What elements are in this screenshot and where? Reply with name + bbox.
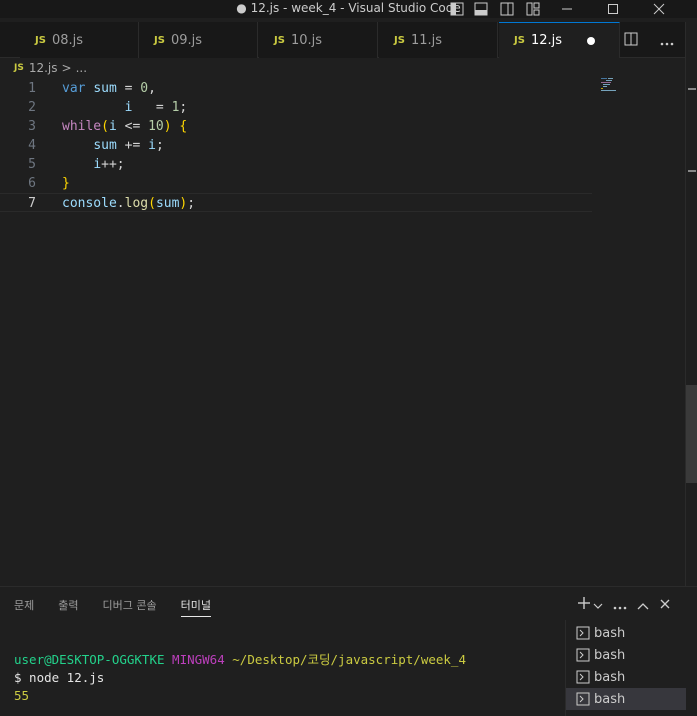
breadcrumb: JS 12.js > ... bbox=[14, 61, 87, 75]
scrollbar-marker bbox=[688, 88, 696, 90]
breadcrumb-file[interactable]: 12.js bbox=[29, 61, 58, 75]
line-number: 5 bbox=[28, 157, 36, 172]
terminal-list-item[interactable]: bash bbox=[566, 666, 686, 688]
chevron-down-icon[interactable] bbox=[593, 595, 603, 614]
terminal-icon bbox=[576, 626, 590, 640]
tab-debug-console[interactable]: 디버그 콘솔 bbox=[103, 597, 157, 617]
tab-label: 10.js bbox=[290, 32, 322, 48]
js-file-icon: JS bbox=[394, 34, 405, 46]
tab-12-js[interactable]: JS 12.js bbox=[499, 22, 620, 58]
code-text: i++; bbox=[93, 157, 125, 172]
toggle-panel-icon[interactable] bbox=[470, 0, 492, 18]
panel-tabs: 문제 출력 디버그 콘솔 터미널 bbox=[14, 597, 235, 617]
code-text: console.log(sum); bbox=[62, 196, 196, 211]
customize-layout-icon[interactable] bbox=[522, 0, 544, 18]
close-panel-icon[interactable] bbox=[659, 595, 671, 614]
terminal-path: ~/Desktop/코딩/javascript/week_4 bbox=[232, 652, 466, 667]
terminal-output[interactable]: user@DESKTOP-OGGKTKE MINGW64 ~/Desktop/코… bbox=[14, 651, 466, 705]
line-number: 7 bbox=[28, 196, 36, 211]
terminal-icon bbox=[576, 648, 590, 662]
code-line: 5 i++; bbox=[0, 155, 592, 174]
editor-actions bbox=[613, 22, 685, 58]
maximize-icon[interactable] bbox=[602, 0, 624, 18]
panel-actions bbox=[577, 595, 671, 614]
js-file-icon: JS bbox=[14, 63, 24, 73]
js-file-icon: JS bbox=[35, 34, 46, 46]
tab-label: 08.js bbox=[51, 32, 83, 48]
terminal-command: $ node 12.js bbox=[14, 670, 105, 685]
line-number: 3 bbox=[28, 119, 36, 134]
close-window-icon[interactable] bbox=[648, 0, 670, 18]
minimap[interactable] bbox=[600, 77, 618, 91]
tab-08-js[interactable]: JS 08.js bbox=[20, 22, 139, 58]
tab-11-js[interactable]: JS 11.js bbox=[379, 22, 498, 58]
line-number: 6 bbox=[28, 176, 36, 191]
terminal-name: bash bbox=[594, 691, 626, 707]
tab-label: 11.js bbox=[410, 32, 442, 48]
js-file-icon: JS bbox=[274, 34, 285, 46]
js-file-icon: JS bbox=[154, 34, 165, 46]
code-editor[interactable]: 1 var sum = 0, 2 i = 1; 3 while(i <= 10)… bbox=[0, 78, 685, 586]
terminal-name: bash bbox=[594, 647, 626, 663]
scrollbar-marker bbox=[688, 170, 696, 172]
terminal-result: 55 bbox=[14, 688, 30, 703]
tab-problems[interactable]: 문제 bbox=[14, 597, 34, 617]
line-number: 1 bbox=[28, 81, 36, 96]
tab-label: 12.js bbox=[530, 33, 562, 48]
line-number: 2 bbox=[28, 100, 36, 115]
terminal-list-item[interactable]: bash bbox=[566, 644, 686, 666]
terminal-icon bbox=[576, 692, 590, 706]
code-line: 6 } bbox=[0, 174, 592, 193]
code-line: 3 while(i <= 10) { bbox=[0, 117, 592, 136]
js-file-icon: JS bbox=[514, 35, 525, 46]
terminal-list: bash bash bash bash bbox=[565, 620, 686, 716]
code-line: 4 sum += i; bbox=[0, 136, 592, 155]
terminal-list-item[interactable]: bash bbox=[566, 622, 686, 644]
toggle-secondary-sidebar-icon[interactable] bbox=[496, 0, 518, 18]
bottom-panel: 문제 출력 디버그 콘솔 터미널 user@DESKTOP-OGGKTKE MI… bbox=[0, 586, 697, 716]
breadcrumb-separator: > bbox=[61, 61, 72, 75]
scrollbar-thumb[interactable] bbox=[686, 385, 697, 483]
chevron-up-icon[interactable] bbox=[637, 595, 649, 614]
toggle-primary-sidebar-icon[interactable] bbox=[446, 0, 468, 18]
terminal-env: MINGW64 bbox=[172, 652, 225, 667]
code-text: var sum = 0, bbox=[62, 81, 156, 96]
minimize-icon[interactable] bbox=[556, 0, 578, 18]
more-actions-icon[interactable] bbox=[613, 595, 627, 614]
code-line-current: 7 console.log(sum); bbox=[0, 193, 592, 212]
tab-10-js[interactable]: JS 10.js bbox=[259, 22, 378, 58]
terminal-name: bash bbox=[594, 625, 626, 641]
unsaved-dot-icon[interactable] bbox=[587, 37, 595, 45]
code-text: i = 1; bbox=[124, 100, 188, 115]
tab-terminal[interactable]: 터미널 bbox=[180, 597, 211, 617]
breadcrumb-more[interactable]: ... bbox=[76, 61, 87, 75]
terminal-icon bbox=[576, 670, 590, 684]
code-line: 1 var sum = 0, bbox=[0, 79, 592, 98]
code-text: sum += i; bbox=[93, 138, 164, 153]
window-title: ● 12.js - week_4 - Visual Studio Code bbox=[236, 1, 461, 15]
split-editor-icon[interactable] bbox=[624, 31, 638, 50]
title-bar: ● 12.js - week_4 - Visual Studio Code bbox=[0, 0, 697, 18]
terminal-name: bash bbox=[594, 669, 626, 685]
terminal-list-item-active[interactable]: bash bbox=[566, 688, 686, 710]
code-text: } bbox=[62, 176, 70, 191]
tab-09-js[interactable]: JS 09.js bbox=[139, 22, 258, 58]
line-number: 4 bbox=[28, 138, 36, 153]
new-terminal-icon[interactable] bbox=[577, 595, 591, 614]
editor-tab-bar: JS 08.js JS 09.js JS 10.js JS 11.js JS 1… bbox=[0, 22, 697, 58]
terminal-user: user@DESKTOP-OGGKTKE bbox=[14, 652, 165, 667]
more-actions-icon[interactable] bbox=[660, 31, 674, 50]
tab-output[interactable]: 출력 bbox=[58, 597, 78, 617]
code-line: 2 i = 1; bbox=[0, 98, 592, 117]
tab-label: 09.js bbox=[170, 32, 202, 48]
code-text: while(i <= 10) { bbox=[62, 119, 188, 134]
